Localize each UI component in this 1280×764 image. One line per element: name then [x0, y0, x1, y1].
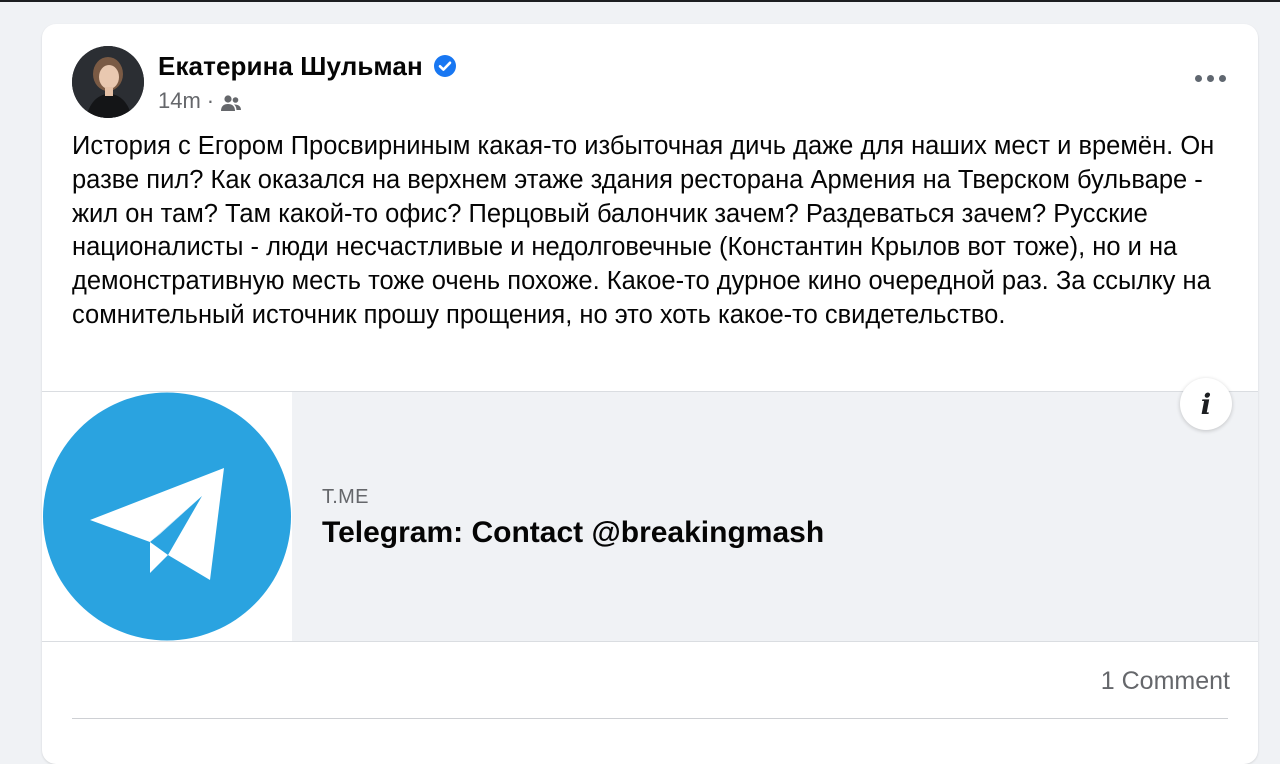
friends-icon[interactable] — [220, 92, 242, 111]
info-glyph: i — [1200, 387, 1212, 421]
telegram-logo-icon — [42, 392, 292, 641]
link-domain: T.ME — [322, 486, 369, 508]
verified-badge-icon — [433, 54, 457, 78]
post-body-text: История с Егором Просвирниным какая-то и… — [72, 132, 1215, 329]
more-dot — [1218, 74, 1226, 82]
author-name[interactable]: Екатерина Шульман — [158, 51, 423, 82]
window-top-edge — [0, 0, 1280, 2]
more-options-icon[interactable] — [1188, 60, 1232, 96]
more-dot — [1206, 74, 1214, 82]
link-title[interactable]: Telegram: Contact @breakingmash — [322, 516, 824, 550]
link-thumbnail — [42, 392, 292, 641]
link-preview-card[interactable]: T.ME Telegram: Contact @breakingmash — [42, 391, 1258, 642]
footer-divider — [72, 718, 1228, 719]
comments-count-link[interactable]: 1 Comment — [1101, 667, 1230, 696]
info-icon[interactable]: i — [1180, 378, 1232, 430]
author-name-row: Екатерина Шульман — [158, 51, 457, 82]
avatar-photo-icon — [72, 46, 144, 118]
separator-dot: · — [206, 87, 215, 113]
author-avatar[interactable] — [72, 46, 144, 118]
author-meta: Екатерина Шульман 14m · — [158, 51, 457, 114]
more-dot — [1194, 74, 1202, 82]
post-header: Екатерина Шульман 14m · — [72, 46, 457, 118]
post-card: Екатерина Шульман 14m · История с Егором… — [42, 24, 1258, 764]
post-subline: 14m · — [158, 88, 457, 114]
post-timestamp[interactable]: 14m — [158, 88, 201, 114]
